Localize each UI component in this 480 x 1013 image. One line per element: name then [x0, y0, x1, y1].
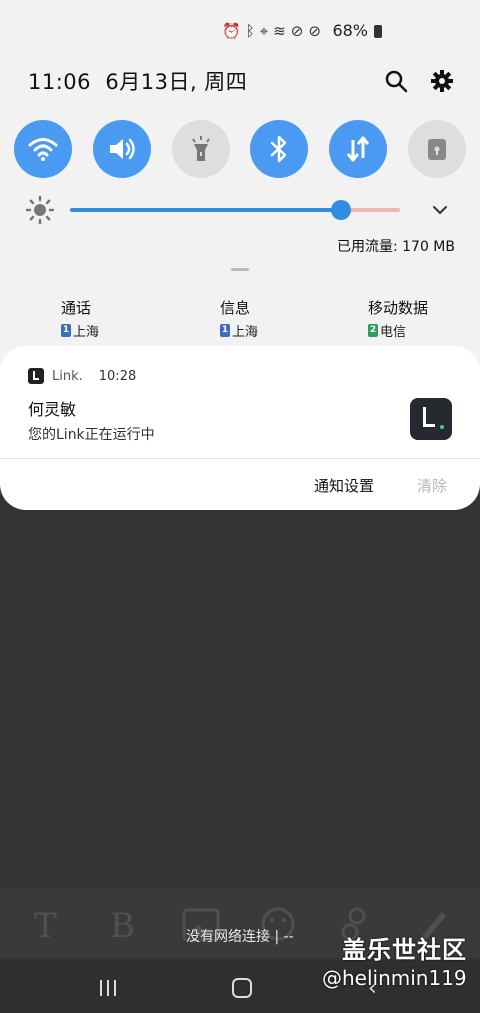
qs-secure-folder-toggle[interactable]	[407, 120, 466, 178]
wifi-icon: ≋	[273, 22, 286, 40]
watermark-title: 盖乐世社区	[342, 936, 467, 964]
sim-message-carrier: 1 上海	[220, 321, 258, 340]
sim-settings-row: 通话 1 上海 信息 1 上海 移动数据 2 电信	[0, 297, 480, 340]
sim-1-badge: 1	[220, 324, 230, 337]
link-app-icon	[410, 398, 452, 440]
brightness-slider-fill	[70, 208, 341, 212]
speaker-icon	[109, 138, 135, 160]
text-format-icon: T	[34, 906, 57, 946]
header-actions	[384, 69, 454, 93]
notification-time: 10:28	[98, 368, 137, 384]
sim-1-badge: 1	[61, 324, 71, 337]
notification-settings-button[interactable]: 通知设置	[314, 475, 374, 496]
bluetooth-icon	[271, 135, 287, 163]
notification-body: 您的Link正在运行中	[28, 427, 155, 443]
qs-bluetooth-toggle[interactable]	[250, 120, 309, 178]
wifi-icon	[28, 138, 58, 161]
brightness-sun-icon	[26, 196, 54, 224]
date-time: 11:06 6月13日, 周四	[28, 70, 248, 94]
notification-card[interactable]: Link. 10:28 何灵敏 您的Link正在运行中 通知设置 清除	[0, 346, 480, 510]
no-network-toast: 没有网络连接 | --	[186, 929, 294, 945]
chevron-down-icon[interactable]	[430, 200, 450, 220]
sim-message-carrier-name: 上海	[232, 325, 259, 340]
notification-app-row: Link. 10:28	[28, 368, 136, 384]
bold-format-icon: B	[110, 906, 135, 946]
sim-2-badge: 2	[368, 324, 378, 337]
gear-icon[interactable]	[430, 69, 454, 93]
battery-icon	[374, 25, 382, 38]
drag-handle[interactable]	[231, 268, 249, 271]
notification-shade: ⏰ ᛒ ⌖ ≋ ⊘ ⊘ 68% 11:06 6月13日, 周四 已用流量: 17…	[0, 0, 480, 372]
alarm-icon: ⏰	[222, 22, 241, 40]
status-bar: ⏰ ᛒ ⌖ ≋ ⊘ ⊘ 68%	[0, 18, 480, 44]
clear-notifications-button[interactable]: 清除	[417, 475, 447, 496]
sim-mobile-data-label: 移动数据	[368, 299, 429, 317]
search-icon[interactable]	[384, 69, 408, 93]
sim-call-label: 通话	[61, 299, 92, 317]
location-icon: ⌖	[259, 22, 269, 40]
do-not-disturb-icon: ⊘	[290, 22, 304, 40]
notification-title: 何灵敏	[28, 400, 77, 419]
sim-mobile-data-carrier: 2 电信	[368, 321, 428, 340]
qs-mobile-data-toggle[interactable]	[329, 120, 388, 178]
sim-mobile-data-item[interactable]: 移动数据 2 电信	[368, 297, 428, 340]
no-sim-icon: ⊘	[308, 22, 321, 40]
sim-mobile-data-carrier-name: 电信	[380, 325, 407, 340]
data-arrows-icon	[347, 136, 370, 162]
header: 11:06 6月13日, 周四	[28, 66, 460, 102]
qs-flashlight-toggle[interactable]	[171, 120, 230, 178]
watermark-handle: @helinmin119	[322, 966, 467, 990]
sim-call-carrier: 1 上海	[61, 321, 99, 340]
home-button[interactable]	[232, 978, 252, 998]
flashlight-icon	[191, 136, 210, 161]
brightness-control	[26, 194, 456, 224]
notification-divider	[0, 458, 480, 459]
bluetooth-icon: ᛒ	[245, 22, 255, 40]
sim-message-item[interactable]: 信息 1 上海	[220, 297, 258, 340]
notification-app-name: Link.	[52, 368, 83, 384]
sim-message-label: 信息	[220, 299, 251, 317]
qs-sound-toggle[interactable]	[92, 120, 151, 178]
sim-call-carrier-name: 上海	[73, 325, 100, 340]
lock-folder-icon	[427, 139, 446, 160]
recent-apps-button[interactable]	[98, 980, 118, 998]
sim-call-item[interactable]: 通话 1 上海	[61, 297, 99, 340]
quick-settings	[14, 120, 466, 178]
data-usage-label: 已用流量: 170 MB	[336, 239, 455, 255]
qs-wifi-toggle[interactable]	[14, 120, 72, 178]
link-app-small-icon	[28, 368, 44, 384]
battery-percent: 68%	[332, 21, 368, 40]
brightness-slider-thumb[interactable]	[330, 200, 351, 220]
status-icons: ⏰ ᛒ ⌖ ≋ ⊘ ⊘	[222, 22, 321, 40]
